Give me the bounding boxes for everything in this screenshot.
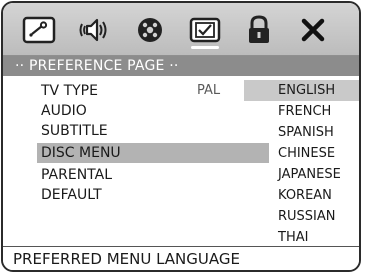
menu-item-label: DISC MENU [41, 145, 121, 161]
tab-exit[interactable] [293, 10, 333, 50]
option-japanese[interactable]: JAPANESE [244, 164, 359, 185]
menu-item-subtitle[interactable]: SUBTITLE [37, 121, 269, 141]
tab-video-setup[interactable] [130, 10, 170, 50]
setup-tab-bar [3, 3, 359, 56]
option-chinese[interactable]: CHINESE [244, 143, 359, 164]
tab-preference[interactable] [185, 10, 225, 50]
settings-panel: TV TYPE PAL AUDIO SUBTITLE DISC MENU PAR… [3, 76, 359, 249]
osd-setup-window: ·· PREFERENCE PAGE ·· TV TYPE PAL AUDIO … [1, 1, 361, 272]
option-french[interactable]: FRENCH [244, 101, 359, 122]
password-lock-icon [249, 15, 269, 43]
tab-audio-setup[interactable] [75, 10, 115, 50]
option-english[interactable]: ENGLISH [244, 80, 359, 101]
menu-item-default[interactable]: DEFAULT [37, 185, 269, 205]
menu-item-label: TV TYPE [41, 83, 98, 99]
close-icon [301, 18, 325, 42]
menu-item-audio[interactable]: AUDIO [37, 101, 269, 121]
menu-item-label: DEFAULT [41, 187, 102, 203]
option-spanish[interactable]: SPANISH [244, 122, 359, 143]
video-setup-icon [138, 18, 162, 42]
audio-setup-icon [79, 18, 107, 42]
page-title: ·· PREFERENCE PAGE ·· [3, 56, 359, 76]
menu-item-label: AUDIO [41, 103, 87, 119]
menu-item-value: PAL [197, 83, 221, 98]
tab-password[interactable] [239, 10, 279, 50]
menu-item-label: PARENTAL [41, 167, 113, 183]
menu-item-tv-type[interactable]: TV TYPE PAL [37, 81, 269, 101]
option-korean[interactable]: KOREAN [244, 185, 359, 206]
menu-item-parental[interactable]: PARENTAL [37, 165, 269, 185]
option-russian[interactable]: RUSSIAN [244, 206, 359, 227]
preference-icon [189, 17, 221, 43]
language-options-list: ENGLISH FRENCH SPANISH CHINESE JAPANESE … [244, 76, 359, 249]
general-setup-icon [22, 16, 56, 44]
menu-item-label: SUBTITLE [41, 123, 108, 139]
menu-item-disc-menu[interactable]: DISC MENU [37, 143, 269, 163]
status-description: PREFERRED MENU LANGUAGE [3, 246, 359, 270]
tab-general-setup[interactable] [19, 10, 59, 50]
option-thai[interactable]: THAI [244, 227, 359, 248]
